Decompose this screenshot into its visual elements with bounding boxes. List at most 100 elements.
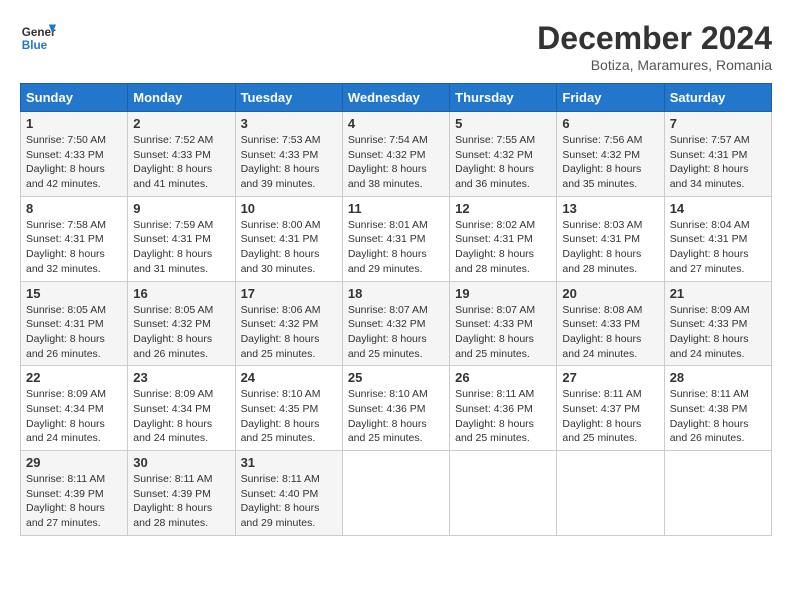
week-row-4: 22 Sunrise: 8:09 AM Sunset: 4:34 PM Dayli… [21, 366, 772, 451]
day-info: Sunrise: 8:11 AM Sunset: 4:39 PM Dayligh… [26, 472, 122, 531]
day-info: Sunrise: 8:02 AM Sunset: 4:31 PM Dayligh… [455, 218, 551, 277]
calendar-cell: 25Sunrise: 8:10 AM Sunset: 4:36 PM Dayli… [342, 366, 449, 451]
calendar-cell: 9 Sunrise: 7:59 AM Sunset: 4:31 PM Daylig… [128, 196, 235, 281]
calendar-cell: 15 Sunrise: 8:05 AM Sunset: 4:31 PM Dayli… [21, 281, 128, 366]
calendar-cell: 2Sunrise: 7:52 AM Sunset: 4:33 PM Daylig… [128, 112, 235, 197]
calendar-cell: 10Sunrise: 8:00 AM Sunset: 4:31 PM Dayli… [235, 196, 342, 281]
calendar-cell [557, 451, 664, 536]
day-number: 28 [670, 370, 766, 385]
calendar-cell: 19 Sunrise: 8:07 AM Sunset: 4:33 PM Dayli… [450, 281, 557, 366]
page-header: General Blue December 2024 Botiza, Maram… [20, 20, 772, 73]
day-info: Sunrise: 8:09 AM Sunset: 4:33 PM Dayligh… [670, 303, 766, 362]
location: Botiza, Maramures, Romania [537, 57, 772, 73]
day-number: 13 [562, 201, 658, 216]
day-info: Sunrise: 8:11 AM Sunset: 4:40 PM Dayligh… [241, 472, 337, 531]
day-info: Sunrise: 8:05 AM Sunset: 4:32 PM Dayligh… [133, 303, 229, 362]
day-number: 7 [670, 116, 766, 131]
day-info: Sunrise: 7:58 AM Sunset: 4:31 PM Dayligh… [26, 218, 122, 277]
calendar-cell: 14 Sunrise: 8:04 AM Sunset: 4:31 PM Dayli… [664, 196, 771, 281]
week-row-5: 29 Sunrise: 8:11 AM Sunset: 4:39 PM Dayli… [21, 451, 772, 536]
day-number: 31 [241, 455, 337, 470]
day-info: Sunrise: 7:56 AM Sunset: 4:32 PM Dayligh… [562, 133, 658, 192]
day-info: Sunrise: 8:05 AM Sunset: 4:31 PM Dayligh… [26, 303, 122, 362]
week-row-2: 8 Sunrise: 7:58 AM Sunset: 4:31 PM Daylig… [21, 196, 772, 281]
day-number: 21 [670, 286, 766, 301]
day-info: Sunrise: 8:09 AM Sunset: 4:34 PM Dayligh… [26, 387, 122, 446]
calendar-cell: 21 Sunrise: 8:09 AM Sunset: 4:33 PM Dayli… [664, 281, 771, 366]
day-info: Sunrise: 7:50 AM Sunset: 4:33 PM Dayligh… [26, 133, 122, 192]
day-info: Sunrise: 8:04 AM Sunset: 4:31 PM Dayligh… [670, 218, 766, 277]
calendar-cell: 26Sunrise: 8:11 AM Sunset: 4:36 PM Dayli… [450, 366, 557, 451]
header-friday: Friday [557, 84, 664, 112]
day-number: 27 [562, 370, 658, 385]
calendar-cell: 17 Sunrise: 8:06 AM Sunset: 4:32 PM Dayli… [235, 281, 342, 366]
day-info: Sunrise: 8:03 AM Sunset: 4:31 PM Dayligh… [562, 218, 658, 277]
calendar-cell: 7Sunrise: 7:57 AM Sunset: 4:31 PM Daylig… [664, 112, 771, 197]
calendar-cell [450, 451, 557, 536]
calendar-cell: 18 Sunrise: 8:07 AM Sunset: 4:32 PM Dayli… [342, 281, 449, 366]
calendar-cell: 5 Sunrise: 7:55 AM Sunset: 4:32 PM Daylig… [450, 112, 557, 197]
calendar-cell: 11 Sunrise: 8:01 AM Sunset: 4:31 PM Dayli… [342, 196, 449, 281]
day-number: 10 [241, 201, 337, 216]
day-number: 12 [455, 201, 551, 216]
day-number: 30 [133, 455, 229, 470]
day-info: Sunrise: 8:07 AM Sunset: 4:33 PM Dayligh… [455, 303, 551, 362]
calendar-cell: 16Sunrise: 8:05 AM Sunset: 4:32 PM Dayli… [128, 281, 235, 366]
header-row: SundayMondayTuesdayWednesdayThursdayFrid… [21, 84, 772, 112]
calendar-cell [342, 451, 449, 536]
day-info: Sunrise: 8:11 AM Sunset: 4:38 PM Dayligh… [670, 387, 766, 446]
day-number: 22 [26, 370, 122, 385]
day-number: 29 [26, 455, 122, 470]
calendar-cell: 22 Sunrise: 8:09 AM Sunset: 4:34 PM Dayli… [21, 366, 128, 451]
calendar-cell: 8 Sunrise: 7:58 AM Sunset: 4:31 PM Daylig… [21, 196, 128, 281]
day-number: 23 [133, 370, 229, 385]
day-info: Sunrise: 8:10 AM Sunset: 4:35 PM Dayligh… [241, 387, 337, 446]
day-info: Sunrise: 8:09 AM Sunset: 4:34 PM Dayligh… [133, 387, 229, 446]
day-info: Sunrise: 7:54 AM Sunset: 4:32 PM Dayligh… [348, 133, 444, 192]
day-info: Sunrise: 8:06 AM Sunset: 4:32 PM Dayligh… [241, 303, 337, 362]
calendar-cell: 27Sunrise: 8:11 AM Sunset: 4:37 PM Dayli… [557, 366, 664, 451]
day-number: 9 [133, 201, 229, 216]
day-number: 2 [133, 116, 229, 131]
day-number: 18 [348, 286, 444, 301]
day-info: Sunrise: 8:11 AM Sunset: 4:36 PM Dayligh… [455, 387, 551, 446]
logo-icon: General Blue [20, 20, 56, 56]
day-number: 6 [562, 116, 658, 131]
month-title: December 2024 [537, 20, 772, 57]
day-info: Sunrise: 7:55 AM Sunset: 4:32 PM Dayligh… [455, 133, 551, 192]
calendar-cell [664, 451, 771, 536]
title-block: December 2024 Botiza, Maramures, Romania [537, 20, 772, 73]
day-number: 14 [670, 201, 766, 216]
week-row-3: 15 Sunrise: 8:05 AM Sunset: 4:31 PM Dayli… [21, 281, 772, 366]
day-info: Sunrise: 8:01 AM Sunset: 4:31 PM Dayligh… [348, 218, 444, 277]
day-number: 15 [26, 286, 122, 301]
day-number: 11 [348, 201, 444, 216]
day-number: 17 [241, 286, 337, 301]
calendar-cell: 29 Sunrise: 8:11 AM Sunset: 4:39 PM Dayli… [21, 451, 128, 536]
calendar-cell: 13 Sunrise: 8:03 AM Sunset: 4:31 PM Dayli… [557, 196, 664, 281]
header-wednesday: Wednesday [342, 84, 449, 112]
calendar-cell: 1Sunrise: 7:50 AM Sunset: 4:33 PM Daylig… [21, 112, 128, 197]
day-number: 8 [26, 201, 122, 216]
day-info: Sunrise: 8:08 AM Sunset: 4:33 PM Dayligh… [562, 303, 658, 362]
calendar-cell: 12 Sunrise: 8:02 AM Sunset: 4:31 PM Dayli… [450, 196, 557, 281]
day-info: Sunrise: 8:07 AM Sunset: 4:32 PM Dayligh… [348, 303, 444, 362]
header-tuesday: Tuesday [235, 84, 342, 112]
day-number: 20 [562, 286, 658, 301]
day-number: 4 [348, 116, 444, 131]
logo: General Blue [20, 20, 56, 56]
calendar-cell: 28 Sunrise: 8:11 AM Sunset: 4:38 PM Dayli… [664, 366, 771, 451]
calendar-cell: 20 Sunrise: 8:08 AM Sunset: 4:33 PM Dayli… [557, 281, 664, 366]
calendar-cell: 24Sunrise: 8:10 AM Sunset: 4:35 PM Dayli… [235, 366, 342, 451]
day-number: 3 [241, 116, 337, 131]
header-saturday: Saturday [664, 84, 771, 112]
calendar-header: SundayMondayTuesdayWednesdayThursdayFrid… [21, 84, 772, 112]
header-sunday: Sunday [21, 84, 128, 112]
week-row-1: 1Sunrise: 7:50 AM Sunset: 4:33 PM Daylig… [21, 112, 772, 197]
day-number: 19 [455, 286, 551, 301]
calendar-cell: 3Sunrise: 7:53 AM Sunset: 4:33 PM Daylig… [235, 112, 342, 197]
calendar-cell: 4 Sunrise: 7:54 AM Sunset: 4:32 PM Daylig… [342, 112, 449, 197]
day-info: Sunrise: 7:59 AM Sunset: 4:31 PM Dayligh… [133, 218, 229, 277]
calendar-body: 1Sunrise: 7:50 AM Sunset: 4:33 PM Daylig… [21, 112, 772, 536]
day-number: 5 [455, 116, 551, 131]
